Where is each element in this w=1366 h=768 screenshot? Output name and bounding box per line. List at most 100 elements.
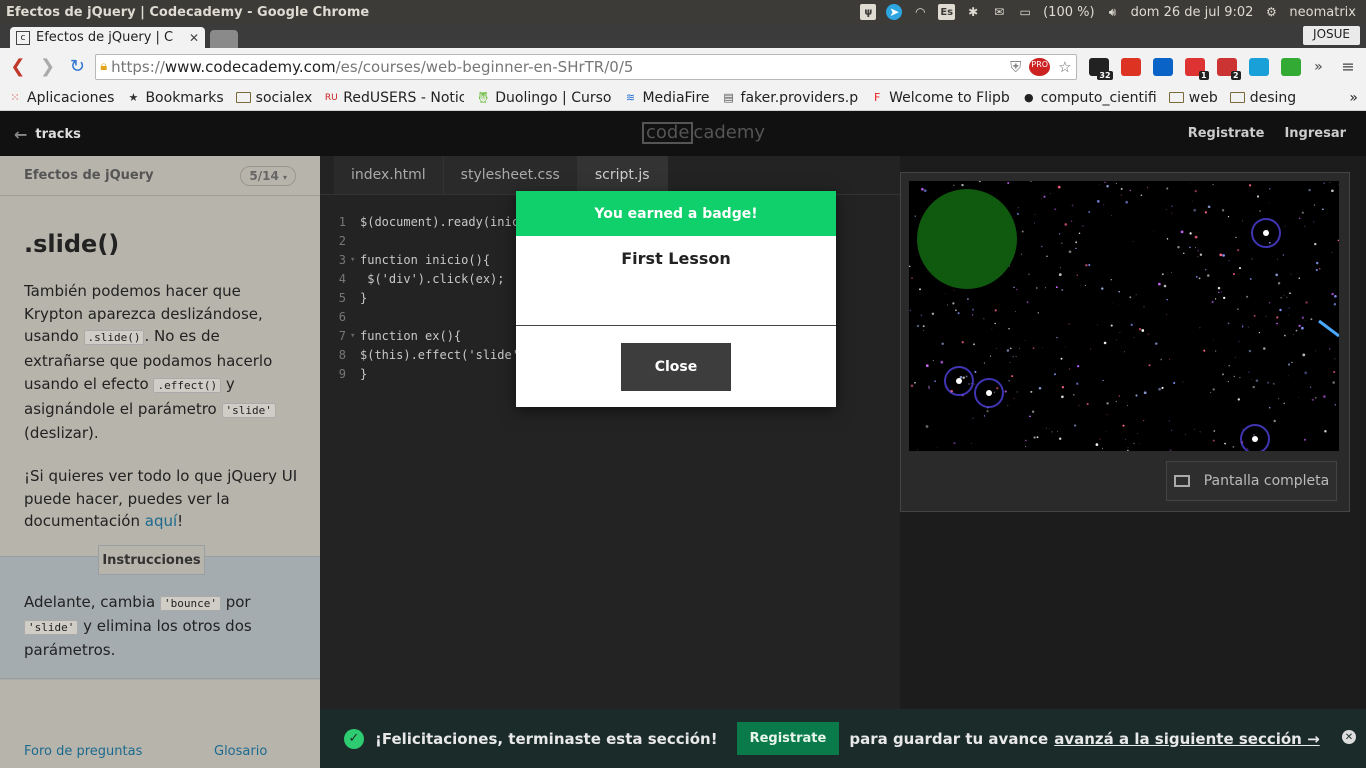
star bbox=[1165, 209, 1167, 210]
flipboard-icon[interactable] bbox=[1120, 57, 1141, 76]
header-actions: Registrate Ingresar bbox=[1188, 126, 1346, 141]
browser-tab-active[interactable]: c Efectos de jQuery | C ✕ bbox=[10, 27, 205, 48]
star bbox=[1133, 337, 1135, 339]
gear-icon[interactable]: ⚙ bbox=[1263, 4, 1279, 20]
share-extension-icon[interactable]: 2 bbox=[1216, 57, 1241, 80]
star bbox=[1106, 414, 1108, 416]
bookmark-item[interactable]: ⁙ Aplicaciones bbox=[8, 90, 114, 106]
fullscreen-icon bbox=[1173, 475, 1190, 487]
forward-arrow-icon[interactable]: ❯ bbox=[36, 55, 60, 79]
bookmark-item[interactable]: 🦉︎ Duolingo | Curso bbox=[476, 90, 611, 106]
address-bar[interactable]: 🔒︎ https://www.codecademy.com/es/courses… bbox=[95, 53, 1077, 80]
star bbox=[1099, 438, 1101, 440]
text: Adelante, cambia bbox=[24, 593, 160, 611]
next-section-link[interactable]: avanzá a la siguiente sección → bbox=[1054, 730, 1319, 748]
bookmark-item[interactable]: RU RedUSERS - Notic bbox=[324, 90, 464, 106]
bookmarks-overflow-icon[interactable]: » bbox=[1349, 90, 1358, 106]
bookmark-item[interactable]: F Welcome to Flipb bbox=[870, 90, 1010, 106]
close-button[interactable]: Close bbox=[621, 343, 731, 391]
reload-icon[interactable]: ↻ bbox=[65, 55, 89, 79]
close-tab-icon[interactable]: ✕ bbox=[189, 31, 199, 45]
register-link[interactable]: Registrate bbox=[1188, 126, 1265, 141]
wifi-icon[interactable]: ◠ bbox=[912, 4, 928, 20]
bookmark-label: Bookmarks bbox=[145, 89, 224, 106]
bw-extension-icon[interactable] bbox=[1280, 57, 1301, 76]
krypton-planet[interactable] bbox=[917, 189, 1017, 289]
star bbox=[1034, 222, 1035, 224]
bookmark-item[interactable]: desing bbox=[1229, 90, 1296, 106]
back-to-tracks-link[interactable]: ← tracks bbox=[14, 125, 81, 144]
bookmark-item[interactable]: socialex bbox=[235, 90, 312, 106]
forum-link[interactable]: Foro de preguntas bbox=[24, 744, 142, 759]
codecademy-logo[interactable]: code cademy bbox=[642, 122, 765, 144]
bookmark-item[interactable]: ≋ MediaFire bbox=[623, 90, 710, 106]
mail-icon[interactable]: ✉ bbox=[991, 4, 1007, 20]
lesson-progress-dropdown[interactable]: 5/14 ▾ bbox=[240, 165, 296, 186]
star bbox=[1135, 394, 1138, 397]
docs-link[interactable]: aquí bbox=[145, 512, 177, 530]
star bbox=[1197, 256, 1199, 258]
star bbox=[932, 360, 934, 362]
back-arrow-icon[interactable]: ❮ bbox=[6, 55, 30, 79]
star bbox=[1268, 202, 1270, 204]
profile-button[interactable]: JOSUE bbox=[1303, 26, 1360, 45]
shield-icon[interactable]: ⛨ bbox=[1010, 58, 1021, 76]
banner-register-button[interactable]: Registrate bbox=[736, 722, 840, 755]
star bbox=[1180, 230, 1184, 234]
star bbox=[909, 309, 912, 312]
star bbox=[1115, 183, 1117, 184]
line-number: 1 bbox=[338, 214, 346, 229]
star bbox=[1252, 385, 1255, 389]
star bbox=[1331, 189, 1334, 193]
extensions-overflow-icon[interactable]: » bbox=[1307, 55, 1331, 79]
starfield-canvas[interactable] bbox=[909, 181, 1339, 451]
star bbox=[1056, 336, 1058, 339]
volume-icon[interactable]: 🔊︎ bbox=[1105, 4, 1121, 20]
star bbox=[1238, 340, 1240, 342]
star bbox=[1273, 419, 1276, 423]
session-user[interactable]: neomatrix bbox=[1289, 5, 1356, 20]
close-icon[interactable]: ✕ bbox=[1342, 730, 1356, 744]
editor-tab[interactable]: script.js bbox=[577, 156, 668, 194]
telegram-icon[interactable]: ➤ bbox=[886, 4, 903, 20]
star bbox=[925, 425, 929, 428]
left-arrow-icon: ← bbox=[14, 125, 28, 144]
check-icon: ✓ bbox=[344, 728, 364, 749]
star bbox=[1227, 381, 1229, 383]
star bbox=[1044, 287, 1046, 289]
star bbox=[1323, 395, 1326, 398]
new-tab-button[interactable] bbox=[210, 30, 238, 48]
star bbox=[1235, 236, 1237, 239]
star bbox=[1221, 291, 1223, 293]
star bbox=[1291, 361, 1293, 364]
battery-icon[interactable]: ▭ bbox=[1017, 4, 1033, 20]
bookmark-item[interactable]: ★ Bookmarks bbox=[126, 89, 224, 106]
bookmark-item[interactable]: ▤ faker.providers.p bbox=[722, 90, 858, 106]
editor-tab[interactable]: stylesheet.css bbox=[443, 156, 578, 194]
m-extension-icon[interactable] bbox=[1248, 57, 1269, 76]
fold-marker-icon[interactable]: ▾ bbox=[350, 255, 360, 265]
editor-tab[interactable]: index.html bbox=[334, 156, 444, 194]
glossary-link[interactable]: Glosario bbox=[214, 744, 267, 759]
usb-icon[interactable]: ψ bbox=[860, 4, 877, 20]
bookmark-item[interactable]: ● computo_cientifi bbox=[1022, 90, 1157, 106]
outlook-icon[interactable] bbox=[1152, 57, 1173, 76]
bookmark-item[interactable]: web bbox=[1168, 90, 1218, 106]
gmail-icon[interactable]: 1 bbox=[1184, 57, 1209, 80]
keyboard-layout-indicator[interactable]: Es bbox=[938, 4, 956, 20]
clock[interactable]: dom 26 de jul 9:02 bbox=[1131, 5, 1254, 20]
star bbox=[936, 447, 938, 449]
bluetooth-icon[interactable]: ✱ bbox=[965, 4, 981, 20]
battery-percentage: (100 %) bbox=[1043, 4, 1095, 20]
fold-marker-icon[interactable]: ▾ bbox=[350, 331, 360, 341]
lock-warning-icon[interactable]: 🔒︎ bbox=[100, 59, 107, 74]
bookmark-star-icon[interactable]: ☆ bbox=[1058, 58, 1071, 76]
login-link[interactable]: Ingresar bbox=[1284, 126, 1346, 141]
star bbox=[1078, 232, 1081, 234]
d-extension-icon[interactable]: 32 bbox=[1088, 57, 1113, 80]
bright-star bbox=[986, 390, 992, 396]
star bbox=[952, 302, 955, 305]
fullscreen-button[interactable]: Pantalla completa bbox=[1166, 461, 1337, 501]
menu-icon[interactable]: ≡ bbox=[1336, 55, 1360, 79]
pro-badge-icon[interactable]: PRO bbox=[1029, 57, 1051, 76]
